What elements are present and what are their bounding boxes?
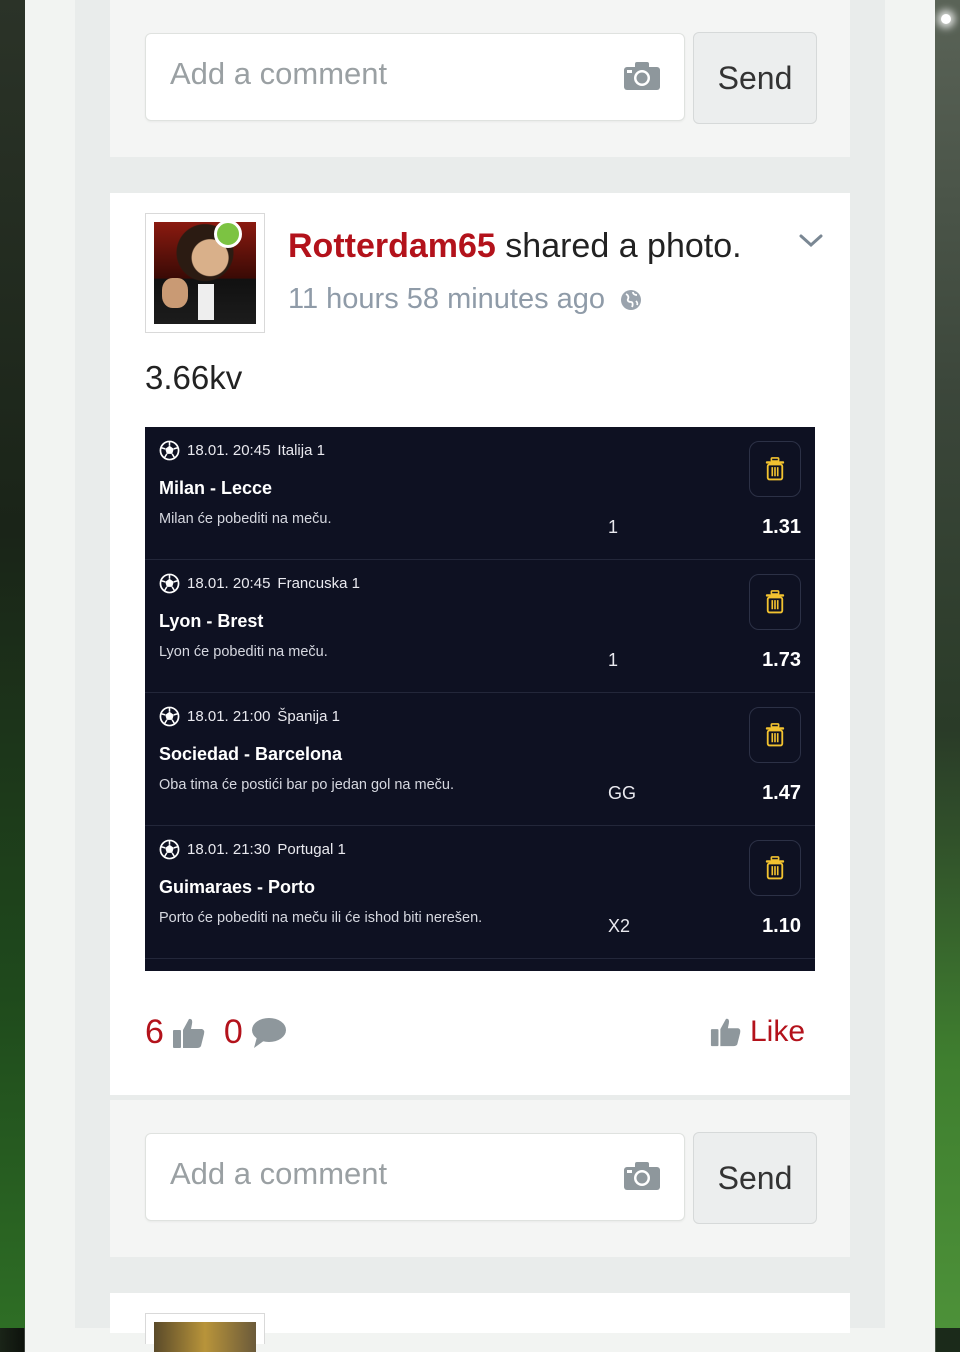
post-card: Rotterdam65 shared a photo. 11 hours 58 … (110, 193, 850, 1095)
bet-date: 18.01. 20:45 (187, 442, 271, 459)
bet-pick: GG (608, 783, 637, 803)
bet-row: 18.01. 21:30 Portugal 1 Guimaraes - Porto P… (145, 826, 815, 959)
background-stadium-right (935, 0, 960, 1328)
camera-icon[interactable] (624, 62, 660, 90)
comment-placeholder: Add a comment (170, 1156, 388, 1191)
bet-match: Sociedad - Barcelona (159, 744, 343, 764)
next-post-card (110, 1293, 850, 1352)
bet-date: 18.01. 21:30 (187, 841, 271, 858)
thumbs-up-icon (172, 1018, 205, 1048)
soccer-ball-icon (159, 839, 180, 860)
comment-box-bottom: Add a comment Send (110, 1100, 850, 1257)
bet-league: Španija 1 (277, 708, 340, 725)
bet-odd: 1.10 (762, 915, 801, 937)
delete-bet-button[interactable] (749, 840, 801, 896)
bet-pick: X2 (608, 916, 631, 936)
bet-pick: 1 (608, 650, 619, 670)
bet-league: Francuska 1 (277, 575, 360, 592)
chevron-down-icon[interactable] (798, 231, 824, 251)
avatar[interactable] (145, 213, 265, 333)
bet-pick: 1 (608, 517, 619, 537)
bet-match: Guimaraes - Porto (159, 877, 316, 897)
like-button[interactable]: Like (710, 1015, 805, 1049)
avatar[interactable] (145, 1313, 265, 1352)
comment-bubble-icon (251, 1017, 286, 1048)
bet-datetime: 18.01. 21:00 Španija 1 (159, 706, 340, 727)
bet-league: Italija 1 (277, 442, 325, 459)
camera-icon[interactable] (624, 1162, 660, 1190)
bet-match: Lyon - Brest (159, 611, 264, 631)
bet-description: Porto će pobediti na meču ili će ishod b… (159, 910, 483, 926)
trash-icon (765, 856, 785, 880)
post-caption: 3.66kv (145, 359, 243, 396)
bet-datetime: 18.01. 20:45 Italija 1 (159, 440, 325, 461)
comment-box-top: Add a comment Send (110, 0, 850, 157)
post-action-text: shared a photo. (495, 227, 742, 265)
bet-slip-photo[interactable]: 18.01. 20:45 Italija 1 Milan - Lecce Milan … (145, 427, 815, 971)
bet-description: Lyon će pobediti na meču. (159, 644, 328, 660)
comments-count[interactable]: 0 (224, 1013, 243, 1052)
bet-match: Milan - Lecce (159, 478, 273, 498)
trash-icon (765, 723, 785, 747)
delete-bet-button[interactable] (749, 574, 801, 630)
post-headline: Rotterdam65 shared a photo. (288, 227, 742, 266)
send-button[interactable]: Send (693, 1132, 817, 1224)
bet-date: 18.01. 20:45 (187, 575, 271, 592)
post-meta: 11 hours 58 minutes ago (288, 283, 643, 316)
bet-odd: 1.31 (762, 516, 801, 538)
comment-placeholder: Add a comment (170, 56, 388, 91)
bet-row: 18.01. 21:00 Španija 1 Sociedad - Barcelon… (145, 693, 815, 826)
bet-datetime: 18.01. 21:30 Portugal 1 (159, 839, 346, 860)
bet-odd: 1.47 (762, 782, 801, 804)
background-stadium-left (0, 0, 25, 1328)
comment-input[interactable]: Add a comment (145, 1133, 685, 1221)
bet-date: 18.01. 21:00 (187, 708, 271, 725)
trash-icon (765, 457, 785, 481)
globe-icon (621, 289, 642, 310)
bet-description: Oba tima će postići bar po jedan gol na … (159, 777, 454, 793)
delete-bet-button[interactable] (749, 441, 801, 497)
bet-odd: 1.73 (762, 649, 801, 671)
send-button[interactable]: Send (693, 32, 817, 124)
delete-bet-button[interactable] (749, 707, 801, 763)
comment-input[interactable]: Add a comment (145, 33, 685, 121)
bet-row: 18.01. 20:45 Francuska 1 Lyon - Brest Lyon … (145, 560, 815, 693)
thumbs-up-icon (710, 1018, 741, 1047)
author-link[interactable]: Rotterdam65 (288, 227, 496, 265)
bet-league: Portugal 1 (277, 841, 346, 858)
online-status-dot (214, 220, 242, 248)
bet-row: 18.01. 20:45 Italija 1 Milan - Lecce Milan … (145, 427, 815, 560)
bet-datetime: 18.01. 20:45 Francuska 1 (159, 573, 360, 594)
soccer-ball-icon (159, 573, 180, 594)
likes-count[interactable]: 6 (145, 1013, 164, 1052)
trash-icon (765, 590, 785, 614)
soccer-ball-icon (159, 706, 180, 727)
bet-description: Milan će pobediti na meču. (159, 511, 332, 527)
post-timestamp[interactable]: 11 hours 58 minutes ago (288, 283, 605, 316)
post-stats: 6 0 (145, 1013, 287, 1052)
like-label: Like (750, 1015, 806, 1048)
soccer-ball-icon (159, 440, 180, 461)
